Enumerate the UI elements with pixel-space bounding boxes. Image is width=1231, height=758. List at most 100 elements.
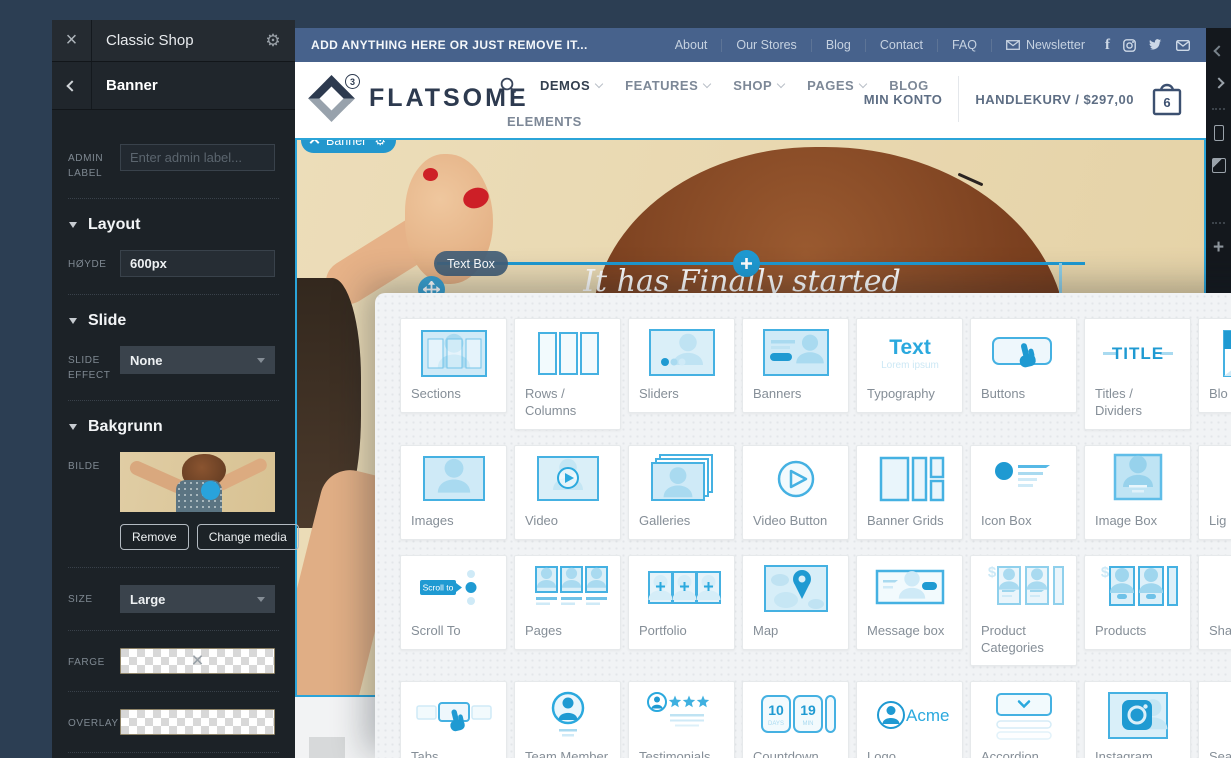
topbar-link-blog[interactable]: Blog bbox=[826, 38, 851, 52]
element-tile-testimonials[interactable]: Testimonials bbox=[628, 681, 735, 758]
size-select[interactable]: Large bbox=[120, 585, 275, 613]
mobile-preview-icon[interactable] bbox=[1210, 124, 1228, 142]
element-tile-tabs[interactable]: Tabs bbox=[400, 681, 507, 758]
banner-element-pill[interactable]: Banner ⚙ bbox=[301, 138, 396, 153]
titles-dividers-icon: TITLE bbox=[1085, 319, 1190, 381]
element-tile-search[interactable]: Sea bbox=[1198, 681, 1231, 758]
facebook-icon[interactable]: f bbox=[1105, 37, 1110, 54]
chevron-left-icon[interactable] bbox=[1210, 42, 1228, 60]
element-tile-scroll-to[interactable]: Scroll toScroll To bbox=[400, 555, 507, 650]
element-tile-blog-posts[interactable]: Blo bbox=[1198, 318, 1231, 413]
background-image-thumbnail[interactable] bbox=[120, 452, 275, 512]
element-tile-sliders[interactable]: Sliders bbox=[628, 318, 735, 413]
product-categories-icon: $ bbox=[971, 556, 1076, 618]
nav-pages[interactable]: PAGES bbox=[807, 78, 866, 93]
section-slide[interactable]: Slide bbox=[52, 312, 295, 330]
svg-text:Scroll to: Scroll to bbox=[422, 583, 453, 593]
rows-columns-icon bbox=[515, 319, 620, 381]
element-tile-images[interactable]: Images bbox=[400, 445, 507, 540]
element-tile-icon-box[interactable]: Icon Box bbox=[970, 445, 1077, 540]
cart-count: 6 bbox=[1163, 95, 1170, 110]
images-icon bbox=[401, 446, 506, 508]
element-tile-label: Banners bbox=[743, 381, 848, 412]
divider bbox=[865, 39, 866, 52]
desktop-preview-icon[interactable] bbox=[1210, 188, 1228, 206]
icon-box-icon bbox=[971, 446, 1076, 508]
testimonials-icon bbox=[629, 682, 734, 744]
cart-bag-icon[interactable]: 6 bbox=[1150, 80, 1184, 118]
element-tile-titles-dividers[interactable]: TITLETitles / Dividers bbox=[1084, 318, 1191, 430]
change-media-button[interactable]: Change media bbox=[197, 524, 299, 550]
element-tile-instagram-feed[interactable]: Instagram feed bbox=[1084, 681, 1191, 758]
element-tile-label: Products bbox=[1085, 618, 1190, 649]
element-tile-portfolio[interactable]: Portfolio bbox=[628, 555, 735, 650]
svg-text:Lorem ipsum: Lorem ipsum bbox=[881, 360, 939, 371]
chevron-right-icon[interactable] bbox=[1210, 74, 1228, 92]
element-tile-label: Blo bbox=[1199, 381, 1231, 412]
element-tile-rows-columns[interactable]: Rows / Columns bbox=[514, 318, 621, 430]
nav-shop[interactable]: SHOP bbox=[733, 78, 784, 93]
farge-color-swatch[interactable]: × bbox=[120, 648, 275, 674]
element-tile-products[interactable]: $Products bbox=[1084, 555, 1191, 650]
element-tile-sections[interactable]: Sections bbox=[400, 318, 507, 413]
element-tile-accordion[interactable]: Accordion bbox=[970, 681, 1077, 758]
back-chevron-icon[interactable] bbox=[52, 62, 92, 109]
element-tile-buttons[interactable]: Buttons bbox=[970, 318, 1077, 413]
email-icon[interactable] bbox=[1176, 40, 1190, 51]
element-tile-countdown[interactable]: 10DAYS19MINCountdown bbox=[742, 681, 849, 758]
element-tile-map[interactable]: Map bbox=[742, 555, 849, 650]
search-icon[interactable] bbox=[500, 77, 517, 94]
account-link[interactable]: MIN KONTO bbox=[864, 92, 943, 107]
cart-link[interactable]: HANDLEKURV / $297,00 bbox=[975, 92, 1134, 107]
add-element-button[interactable] bbox=[733, 250, 760, 277]
gear-icon[interactable]: ⚙ bbox=[374, 138, 386, 149]
gear-icon[interactable]: ⚙ bbox=[251, 31, 295, 51]
element-tile-product-categories[interactable]: $Product Categories bbox=[970, 555, 1077, 667]
hoyde-input[interactable] bbox=[120, 250, 275, 277]
element-tile-image-box[interactable]: Image Box bbox=[1084, 445, 1191, 540]
focal-point-marker[interactable] bbox=[201, 481, 220, 500]
newsletter-link[interactable]: Newsletter bbox=[1006, 38, 1085, 52]
remove-button[interactable]: Remove bbox=[120, 524, 189, 550]
textbox-tooltip[interactable]: Text Box bbox=[434, 251, 508, 276]
tabs-icon bbox=[401, 682, 506, 744]
element-tile-pages[interactable]: Pages bbox=[514, 555, 621, 650]
element-tile-lightbox[interactable]: Lig bbox=[1198, 445, 1231, 540]
admin-label-input[interactable] bbox=[120, 144, 275, 171]
add-icon[interactable]: + bbox=[1210, 238, 1228, 256]
section-layout[interactable]: Layout bbox=[52, 216, 295, 234]
element-tile-banner-grids[interactable]: Banner Grids bbox=[856, 445, 963, 540]
nav-demos[interactable]: DEMOS bbox=[540, 78, 602, 93]
element-tile-share-icons[interactable]: Sha ico bbox=[1198, 555, 1231, 650]
twitter-icon[interactable] bbox=[1149, 39, 1163, 51]
svg-text:10: 10 bbox=[768, 702, 784, 718]
element-tile-video[interactable]: Video bbox=[514, 445, 621, 540]
element-tile-typography[interactable]: TextLorem ipsumTypography bbox=[856, 318, 963, 413]
element-tile-label: Sliders bbox=[629, 381, 734, 412]
flatsome-logo[interactable]: 3 FLATSOME bbox=[307, 72, 529, 124]
nav-elements[interactable]: ELEMENTS bbox=[507, 114, 582, 129]
element-tile-message-box[interactable]: Message box bbox=[856, 555, 963, 650]
slide-effect-select[interactable]: None bbox=[120, 346, 275, 374]
element-tile-label: Titles / Dividers bbox=[1085, 381, 1190, 429]
divider bbox=[68, 630, 279, 631]
element-tile-label: Product Categories bbox=[971, 618, 1076, 666]
element-tile-label: Testimonials bbox=[629, 744, 734, 758]
topbar-link-our-stores[interactable]: Our Stores bbox=[736, 38, 796, 52]
element-tile-video-button[interactable]: Video Button bbox=[742, 445, 849, 540]
section-bakgrunn[interactable]: Bakgrunn bbox=[52, 418, 295, 436]
tablet-preview-icon[interactable] bbox=[1210, 156, 1228, 174]
chevron-up-icon[interactable] bbox=[310, 138, 320, 147]
element-tile-galleries[interactable]: Galleries bbox=[628, 445, 735, 540]
instagram-icon[interactable] bbox=[1123, 39, 1136, 52]
element-tile-banners[interactable]: Banners bbox=[742, 318, 849, 413]
nav-features[interactable]: FEATURES bbox=[625, 78, 710, 93]
element-tile-logo[interactable]: AcmeLogo bbox=[856, 681, 963, 758]
chevron-down-icon bbox=[257, 358, 265, 363]
topbar-link-contact[interactable]: Contact bbox=[880, 38, 923, 52]
element-tile-team-member[interactable]: Team Member bbox=[514, 681, 621, 758]
overlay-color-swatch[interactable] bbox=[120, 709, 275, 735]
topbar-link-faq[interactable]: FAQ bbox=[952, 38, 977, 52]
topbar-link-about[interactable]: About bbox=[675, 38, 708, 52]
close-icon[interactable]: × bbox=[52, 20, 92, 61]
